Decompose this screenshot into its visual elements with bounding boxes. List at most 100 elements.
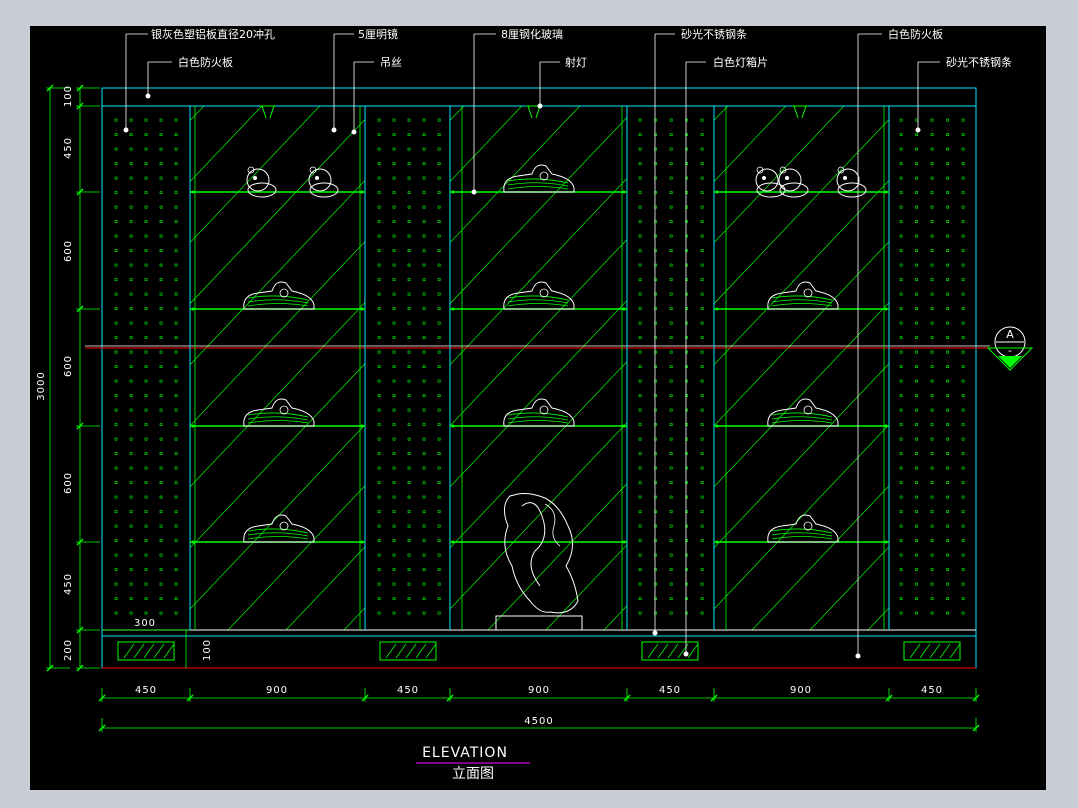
perforation-dot xyxy=(174,365,178,369)
perforation-dot xyxy=(437,481,441,485)
section-marker-label: A xyxy=(1006,328,1014,341)
perforation-dot xyxy=(114,118,118,122)
perforation-dot xyxy=(638,437,642,441)
perforation-dot xyxy=(946,278,950,282)
perforation-dot xyxy=(899,118,903,122)
perforation-dot xyxy=(392,423,396,427)
perforation-dot xyxy=(669,611,673,615)
callout-fireproof-board-top: 白色防火板 xyxy=(888,27,943,41)
perforation-dot xyxy=(961,495,965,499)
hatch-line xyxy=(30,106,348,630)
perforation-dot xyxy=(700,147,704,151)
perforation-dot xyxy=(129,437,133,441)
perforation-dot xyxy=(930,539,934,543)
hatch-line xyxy=(809,546,889,630)
shoe-detail xyxy=(771,420,833,424)
perforation-dot xyxy=(144,539,148,543)
perforation-dot xyxy=(638,350,642,354)
perforation-dot xyxy=(377,611,381,615)
perforation-dot xyxy=(930,611,934,615)
perforation-dot xyxy=(700,379,704,383)
perforation-dot xyxy=(144,423,148,427)
perforation-dot xyxy=(159,191,163,195)
perforation-dot xyxy=(159,350,163,354)
perforation-dot xyxy=(144,481,148,485)
perforation-dot xyxy=(638,495,642,499)
perforation-dot xyxy=(961,539,965,543)
perforation-dot xyxy=(669,147,673,151)
perforation-dot xyxy=(669,408,673,412)
perforation-dot xyxy=(437,611,441,615)
dim-450-2: 450 xyxy=(397,685,419,696)
perforation-dot xyxy=(392,481,396,485)
perforation-dot xyxy=(159,466,163,470)
perforation-dot xyxy=(407,524,411,528)
perforation-dot xyxy=(669,191,673,195)
perforation-dot xyxy=(407,336,411,340)
perforation-dot xyxy=(946,379,950,383)
grill-hatch xyxy=(153,643,165,659)
perforation-dot xyxy=(961,524,965,528)
leader-dot xyxy=(123,127,129,133)
perforation-dot xyxy=(930,249,934,253)
perforation-dot xyxy=(638,597,642,601)
perforation-dot xyxy=(422,133,426,137)
perforation-dot xyxy=(638,176,642,180)
shelf-bracket xyxy=(451,190,455,194)
perforation-dot xyxy=(407,379,411,383)
perforation-dot xyxy=(946,205,950,209)
callout-mirror: 5厘明镜 xyxy=(358,27,398,41)
perforation-dot xyxy=(899,597,903,601)
perforation-dot xyxy=(930,553,934,557)
section-marker-a[interactable]: A - xyxy=(986,326,1034,371)
shelf-bracket xyxy=(360,424,364,428)
perforation-dot xyxy=(669,292,673,296)
perforation-dot xyxy=(159,481,163,485)
perforation-dot xyxy=(377,321,381,325)
perforation-dot xyxy=(392,133,396,137)
perforation-dot xyxy=(946,118,950,122)
perforation-dot xyxy=(669,379,673,383)
perforation-dot xyxy=(915,568,919,572)
perforation-dot xyxy=(159,437,163,441)
perforation-dot xyxy=(669,205,673,209)
perforation-dot xyxy=(144,379,148,383)
perforation-dot xyxy=(961,220,965,224)
dot-patterns xyxy=(114,118,965,615)
vdim-100-small: 100 xyxy=(202,639,213,661)
perforation-dot xyxy=(930,176,934,180)
perforation-dot xyxy=(915,466,919,470)
perforation-dot xyxy=(946,597,950,601)
callout-tempered-glass: 8厘钢化玻璃 xyxy=(501,27,563,41)
perforation-dot xyxy=(114,234,118,238)
perforation-dot xyxy=(392,147,396,151)
hatch-line xyxy=(662,106,1046,630)
perforation-dot xyxy=(377,466,381,470)
perforation-dot xyxy=(392,597,396,601)
cad-viewport[interactable]: 银灰色塑铝板直径20冲孔 5厘明镜 8厘钢化玻璃 砂光不锈钢条 白色防火板 白色… xyxy=(30,26,1046,790)
perforation-dot xyxy=(144,292,148,296)
perforation-dot xyxy=(174,176,178,180)
grill-hatch xyxy=(667,643,679,659)
perforation-dot xyxy=(930,292,934,296)
perforation-dot xyxy=(392,350,396,354)
perforation-dot xyxy=(700,133,704,137)
perforation-dot xyxy=(638,162,642,166)
perforation-dot xyxy=(437,176,441,180)
perforation-dot xyxy=(700,278,704,282)
perforation-dot xyxy=(915,452,919,456)
perforation-dot xyxy=(392,220,396,224)
perforation-dot xyxy=(899,162,903,166)
spotlight xyxy=(260,105,276,119)
perforation-dot xyxy=(407,263,411,267)
grill-hatch xyxy=(133,643,145,659)
perforation-dot xyxy=(407,321,411,325)
perforation-dot xyxy=(392,553,396,557)
perforation-dot xyxy=(669,176,673,180)
shoe-detail xyxy=(247,299,309,304)
perforation-dot xyxy=(915,481,919,485)
perforation-dot xyxy=(174,611,178,615)
perforation-dot xyxy=(961,234,965,238)
perforation-dot xyxy=(129,568,133,572)
perforation-dot xyxy=(437,278,441,282)
